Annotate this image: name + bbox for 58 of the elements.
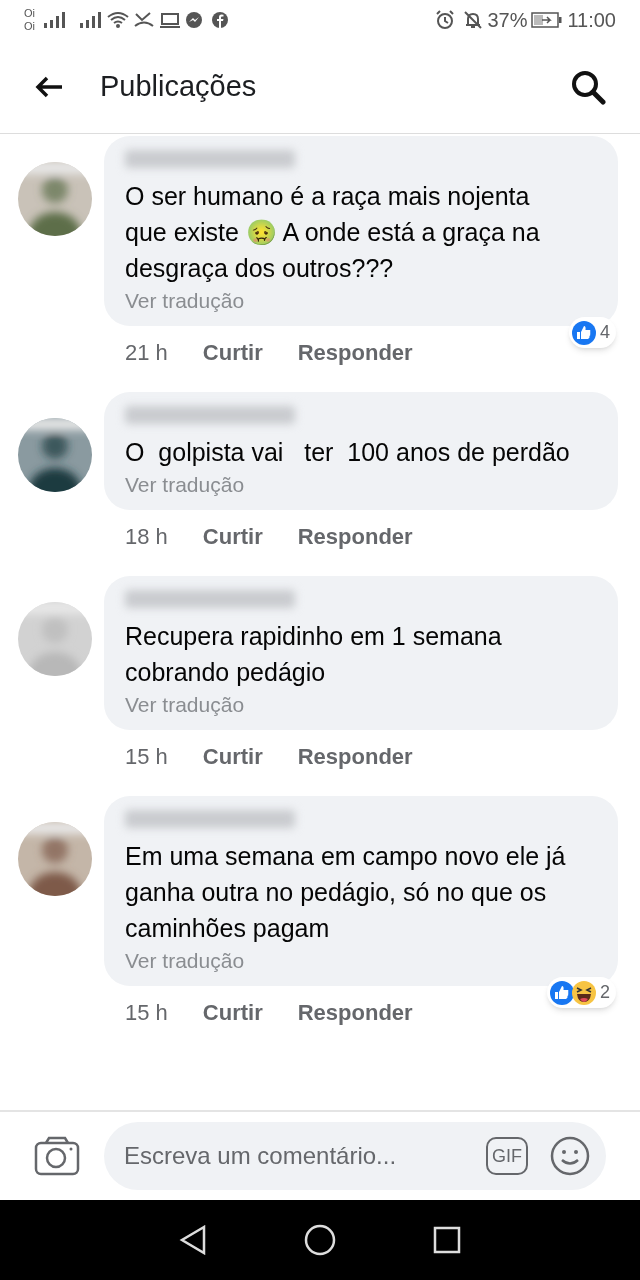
see-translation-link[interactable]: Ver tradução: [125, 286, 245, 316]
back-button[interactable]: [34, 74, 64, 99]
home-nav-button[interactable]: [304, 1224, 336, 1256]
messenger-icon: [185, 11, 203, 29]
reply-link[interactable]: Responder: [297, 335, 413, 369]
like-reaction-icon: [549, 979, 575, 1006]
search-button[interactable]: [570, 68, 606, 105]
wifi-icon: [107, 11, 129, 29]
reaction-summary[interactable]: 4: [569, 317, 616, 348]
battery-icon: [531, 11, 564, 29]
reply-link[interactable]: Responder: [297, 995, 413, 1029]
reply-link[interactable]: Responder: [297, 519, 413, 553]
back-arrow-icon: [34, 74, 64, 99]
comment-time: 18 h: [125, 522, 168, 551]
comment-text: Em uma semana em campo novo ele já ganha outra no pedágio, só no que os caminhões pagam: [125, 841, 567, 944]
page-title: Publicações: [100, 68, 257, 104]
emoji-button[interactable]: [550, 1136, 590, 1176]
like-link[interactable]: Curtir: [202, 739, 263, 773]
see-translation-link[interactable]: Ver tradução: [125, 946, 245, 976]
signal-icon: [79, 11, 103, 29]
see-translation-link[interactable]: Ver tradução: [125, 690, 245, 720]
like-link[interactable]: Curtir: [202, 335, 263, 369]
facebook-icon: [211, 11, 229, 29]
laughing-emoji-icon: [571, 979, 597, 1006]
muted-bell-icon: [463, 10, 484, 30]
see-translation-link[interactable]: Ver tradução: [125, 470, 245, 500]
comment-time: 21 h: [125, 338, 168, 367]
reaction-summary[interactable]: 2: [547, 977, 616, 1008]
smiley-icon: [550, 1136, 590, 1176]
gif-button[interactable]: GIF: [486, 1137, 528, 1175]
recents-square-icon: [433, 1226, 462, 1254]
like-link[interactable]: Curtir: [202, 519, 263, 553]
recents-nav-button[interactable]: [433, 1226, 462, 1254]
comment-text: Recupera rapidinho em 1 semana cobrando pedágio: [125, 621, 503, 688]
reaction-count: 4: [600, 321, 610, 344]
like-reaction-icon: [571, 319, 597, 346]
reply-link[interactable]: Responder: [297, 739, 413, 773]
comment-time: 15 h: [125, 998, 168, 1027]
signal-icon: [43, 11, 67, 29]
back-triangle-icon: [178, 1225, 207, 1255]
camera-icon: [34, 1136, 80, 1176]
alarm-icon: [435, 10, 456, 30]
battery-percent: 37%: [487, 8, 528, 33]
reaction-count: 2: [600, 981, 610, 1004]
comment-time: 15 h: [125, 742, 168, 771]
back-nav-button[interactable]: [178, 1225, 207, 1255]
comment-text: O golpista vai ter 100 anos de perdão: [125, 437, 571, 468]
camera-button[interactable]: [34, 1136, 80, 1176]
home-circle-icon: [304, 1224, 336, 1256]
comment-text: O ser humano é a raça mais nojenta que existe 🤢 A onde está a graça na desgraça dos outros???: [125, 181, 541, 284]
laptop-icon: [159, 11, 181, 29]
carrier-name: Oi: [24, 20, 35, 33]
like-link[interactable]: Curtir: [202, 995, 263, 1029]
carrier-name: Oi: [24, 7, 35, 20]
comment-input[interactable]: Escreva um comentário... GIF: [104, 1122, 606, 1190]
search-icon: [570, 68, 606, 105]
clock-time: 11:00: [567, 8, 616, 33]
missed-call-icon: [133, 11, 155, 29]
